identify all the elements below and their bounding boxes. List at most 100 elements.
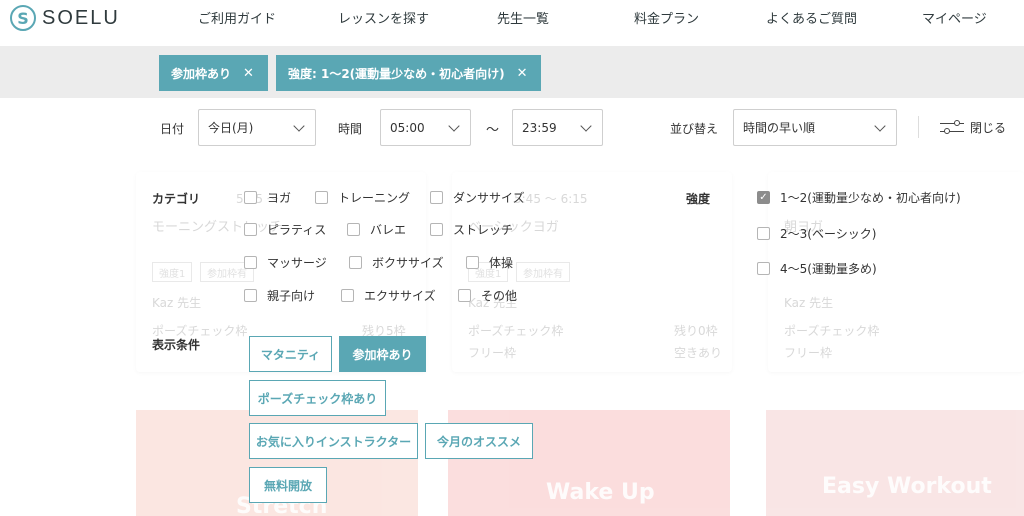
site-header: S SOELU ご利用ガイド レッスンを探す 先生一覧 料金プラン よくあるご質… — [0, 0, 1024, 46]
checkbox-label: 1～2(運動量少なめ・初心者向け) — [780, 191, 961, 205]
option-pose-check[interactable]: ポーズチェック枠あり — [249, 380, 386, 416]
checkbox-stretch[interactable]: ストレッチ — [430, 221, 513, 238]
banner-title: Wake Up — [546, 480, 655, 505]
checkbox-box[interactable] — [757, 262, 770, 275]
checkbox-box[interactable] — [244, 256, 257, 269]
checkbox-label: ストレッチ — [453, 223, 514, 237]
checkbox-label: ボクササイズ — [372, 256, 444, 270]
checkbox-box[interactable] — [430, 223, 443, 236]
checkbox-training[interactable]: トレーニング — [315, 189, 410, 206]
chip-available[interactable]: 参加枠あり ✕ — [159, 55, 268, 91]
option-monthly-recommend[interactable]: 今月のオススメ — [425, 423, 533, 459]
time-to-value: 23:59 — [522, 120, 557, 135]
checkbox-other[interactable]: その他 — [458, 287, 517, 304]
checkbox-label: トレーニング — [338, 191, 411, 205]
lesson-tag: 参加枠有 — [516, 262, 570, 282]
free-label: フリー枠 — [784, 346, 833, 360]
close-filter-button[interactable]: 閉じる — [940, 119, 1006, 136]
checkbox-label: 親子向け — [267, 289, 316, 303]
checkbox-label: バレエ — [370, 223, 407, 237]
checkbox-box[interactable] — [315, 191, 328, 204]
close-icon[interactable]: ✕ — [517, 66, 528, 81]
checkbox-box[interactable] — [430, 191, 443, 204]
checkbox-parent-child[interactable]: 親子向け — [244, 287, 315, 304]
time-label: 時間 — [338, 122, 363, 136]
display-conditions-heading: 表示条件 — [152, 338, 201, 352]
date-label: 日付 — [160, 122, 185, 136]
filter-sliders-icon — [940, 119, 964, 136]
checkbox-pilates[interactable]: ピラティス — [244, 221, 326, 238]
checkbox-label: その他 — [481, 289, 518, 303]
pose-check-value: 残り0枠 — [674, 324, 718, 338]
checkbox-ballet[interactable]: バレエ — [347, 221, 406, 238]
checkbox-box[interactable] — [466, 256, 479, 269]
banner-title: Easy Workout — [822, 474, 992, 499]
checkbox-box[interactable] — [458, 289, 471, 302]
divider — [918, 116, 919, 138]
chevron-down-icon — [293, 120, 305, 132]
category-heading: カテゴリ — [152, 192, 201, 206]
checkbox-intensity-1-2[interactable]: ✓ 1～2(運動量少なめ・初心者向け) — [757, 189, 961, 206]
pose-check-label: ポーズチェック枠 — [784, 324, 880, 338]
active-filter-bar: 参加枠あり ✕ 強度: 1～2(運動量少なめ・初心者向け) ✕ — [0, 46, 1024, 98]
time-to-select[interactable]: 23:59 — [512, 109, 603, 146]
app-root: 5:45 ～ モーニングストレッチ 強度1 参加枠有 Kaz 先生 ポーズチェッ… — [0, 0, 1024, 516]
checkbox-box[interactable] — [244, 289, 257, 302]
lesson-teacher: Kaz 先生 — [784, 296, 834, 310]
option-available[interactable]: 参加枠あり — [339, 336, 426, 372]
lesson-teacher: Kaz 先生 — [152, 296, 202, 310]
nav-guide[interactable]: ご利用ガイド — [198, 8, 276, 27]
checkbox-exercise[interactable]: エクササイズ — [341, 287, 436, 304]
close-icon[interactable]: ✕ — [243, 66, 254, 81]
checkbox-box[interactable] — [341, 289, 354, 302]
nav-pricing[interactable]: 料金プラン — [634, 8, 699, 27]
checkbox-dancersize[interactable]: ダンササイズ — [430, 189, 525, 206]
checkbox-label: 4～5(運動量多め) — [780, 262, 877, 276]
chip-label: 強度: 1～2(運動量少なめ・初心者向け) — [288, 66, 505, 81]
checkbox-label: ダンササイズ — [453, 191, 525, 205]
time-from-value: 05:00 — [390, 120, 425, 135]
date-select[interactable]: 今日(月) — [198, 109, 316, 146]
chip-intensity[interactable]: 強度: 1～2(運動量少なめ・初心者向け) ✕ — [276, 55, 541, 91]
checkbox-intensity-4-5[interactable]: 4～5(運動量多め) — [757, 260, 877, 277]
checkbox-yoga[interactable]: ヨガ — [244, 189, 291, 206]
checkbox-label: 体操 — [489, 256, 514, 270]
lesson-time: 5:45 ～ 6:15 — [514, 192, 588, 206]
nav-teachers[interactable]: 先生一覧 — [497, 8, 549, 27]
free-label: フリー枠 — [468, 346, 517, 360]
checkbox-intensity-2-3[interactable]: 2～3(ベーシック) — [757, 225, 876, 242]
time-range-separator: ～ — [486, 123, 500, 138]
checkbox-label: マッサージ — [267, 256, 327, 270]
checkbox-label: 2～3(ベーシック) — [780, 227, 877, 241]
chevron-down-icon — [448, 120, 460, 132]
checkbox-gymnastics[interactable]: 体操 — [466, 254, 513, 271]
chevron-down-icon — [874, 120, 886, 132]
logo-mark-icon: S — [10, 5, 36, 31]
sort-select[interactable]: 時間の早い順 — [733, 109, 897, 146]
lesson-banner-3: Easy Workout — [766, 410, 1024, 516]
lesson-tag: 強度1 — [152, 262, 193, 282]
time-from-select[interactable]: 05:00 — [380, 109, 471, 146]
checkbox-boxercise[interactable]: ボクササイズ — [349, 254, 444, 271]
option-free-open[interactable]: 無料開放 — [249, 467, 327, 503]
option-favorite-instructor[interactable]: お気に入りインストラクター — [249, 423, 418, 459]
check-icon[interactable]: ✓ — [757, 191, 770, 204]
nav-mypage[interactable]: マイページ — [922, 8, 987, 27]
checkbox-box[interactable] — [757, 227, 770, 240]
nav-find-lesson[interactable]: レッスンを探す — [338, 8, 429, 27]
checkbox-box[interactable] — [347, 223, 360, 236]
nav-faq[interactable]: よくあるご質問 — [766, 8, 857, 27]
checkbox-label: ヨガ — [267, 191, 292, 205]
pose-check-label: ポーズチェック枠 — [468, 324, 564, 338]
option-maternity[interactable]: マタニティ — [249, 336, 332, 372]
free-value: 空きあり — [674, 346, 723, 360]
checkbox-box[interactable] — [244, 223, 257, 236]
checkbox-box[interactable] — [244, 191, 257, 204]
logo-text: SOELU — [42, 6, 120, 29]
sort-value: 時間の早い順 — [743, 121, 816, 135]
date-value: 今日(月) — [208, 121, 254, 135]
site-logo[interactable]: S SOELU — [10, 5, 120, 31]
checkbox-box[interactable] — [349, 256, 362, 269]
checkbox-massage[interactable]: マッサージ — [244, 254, 327, 271]
checkbox-label: ピラティス — [267, 223, 327, 237]
